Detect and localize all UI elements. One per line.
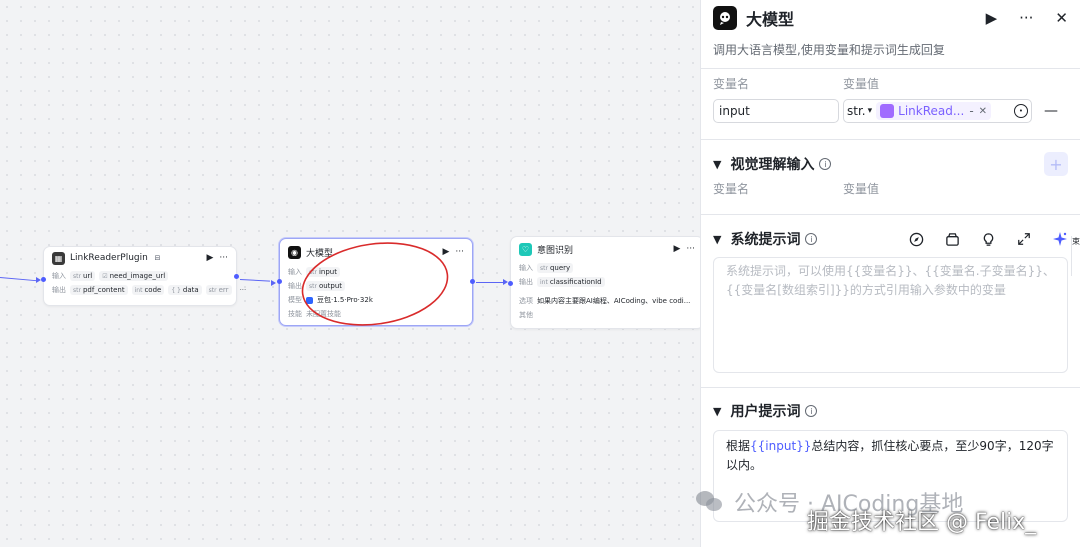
add-vision-input-button[interactable]: + — [1044, 152, 1068, 176]
chevron-down-icon[interactable]: ▼ — [713, 158, 721, 171]
chevron-down-icon[interactable]: ▼ — [713, 233, 721, 246]
node-title: 意图识别 — [537, 245, 574, 256]
intent-icon: ♡ — [519, 242, 532, 256]
clear-ref-icon[interactable]: - — [969, 104, 973, 118]
var-value-header: 变量值 — [843, 76, 880, 91]
chevron-down-icon[interactable]: ▾ — [868, 106, 873, 116]
remove-variable-button[interactable]: — — [1044, 103, 1058, 119]
info-icon[interactable]: i — [805, 405, 818, 417]
intent-node[interactable]: ♡ 意图识别 ▶ ··· 输入 str query 输出 int classific… — [508, 236, 704, 329]
option-text: 如果内容主要跟AI编程、AICoding、vibe codi... — [537, 297, 691, 305]
panel-description: 调用大语言模型,使用变量和提示词生成回复 — [713, 43, 945, 57]
output-tag: int classificationId — [537, 277, 605, 287]
wechat-icon — [696, 491, 724, 513]
input-label: 输入 — [519, 264, 533, 272]
input-var-name-field[interactable]: input — [713, 99, 839, 123]
system-prompt-title[interactable]: 系统提示词 — [730, 229, 800, 249]
panel-title[interactable]: 大模型 — [746, 6, 964, 30]
node-config-panel: 大模型 ▶ ··· ✕ 调用大语言模型,使用变量和提示词生成回复 变量名 变量值… — [700, 0, 1080, 547]
var-type-select[interactable]: str. — [847, 104, 866, 118]
var-name-header: 变量名 — [713, 76, 750, 91]
close-icon[interactable]: ✕ — [1055, 9, 1068, 27]
ai-sparkle-icon[interactable] — [1052, 231, 1068, 247]
prompt-library-icon[interactable] — [944, 231, 960, 247]
edge — [476, 282, 504, 284]
plugin-ref-icon — [880, 104, 895, 118]
other-label: 其他 — [519, 311, 533, 319]
vision-section-title[interactable]: 视觉理解输入 — [730, 154, 814, 174]
vision-var-name-header: 变量名 — [713, 181, 750, 196]
more-icon[interactable]: ··· — [1019, 9, 1033, 27]
chevron-down-icon[interactable]: ▼ — [713, 405, 721, 418]
option-label: 选项 — [519, 297, 533, 305]
remove-ref-icon[interactable]: ✕ — [979, 106, 987, 117]
node-in-port[interactable] — [508, 281, 513, 286]
system-prompt-textarea[interactable]: 系统提示词，可以使用{{变量名}}、{{变量名.子变量名}}、{{变量名[数组索… — [713, 257, 1068, 373]
more-icon[interactable]: ··· — [686, 244, 695, 254]
wechat-watermark: 公众号 · AICoding基地 — [696, 486, 963, 518]
run-icon[interactable]: ▶ — [673, 244, 680, 254]
output-label: 输出 — [519, 278, 533, 286]
lightbulb-icon[interactable] — [980, 231, 996, 247]
vision-var-value-header: 变量值 — [843, 181, 880, 196]
user-prompt-title[interactable]: 用户提示词 — [730, 401, 800, 421]
variable-picker-icon[interactable]: • — [1014, 104, 1028, 118]
input-var-value-field[interactable]: str. ▾ LinkRead... - ✕ • — [843, 99, 1032, 123]
run-icon[interactable]: ▶ — [986, 9, 998, 27]
ref-chip[interactable]: LinkRead... - ✕ — [876, 102, 992, 120]
llm-logo-icon — [713, 6, 737, 30]
partial-node-edge: 束 — [1071, 236, 1080, 276]
info-icon[interactable]: i — [805, 233, 818, 245]
compass-icon[interactable] — [908, 231, 924, 247]
prompt-variable-ref: {{input}} — [750, 439, 812, 453]
info-icon[interactable]: i — [819, 158, 832, 170]
input-tag: str query — [537, 263, 574, 273]
expand-icon[interactable] — [1016, 231, 1032, 247]
